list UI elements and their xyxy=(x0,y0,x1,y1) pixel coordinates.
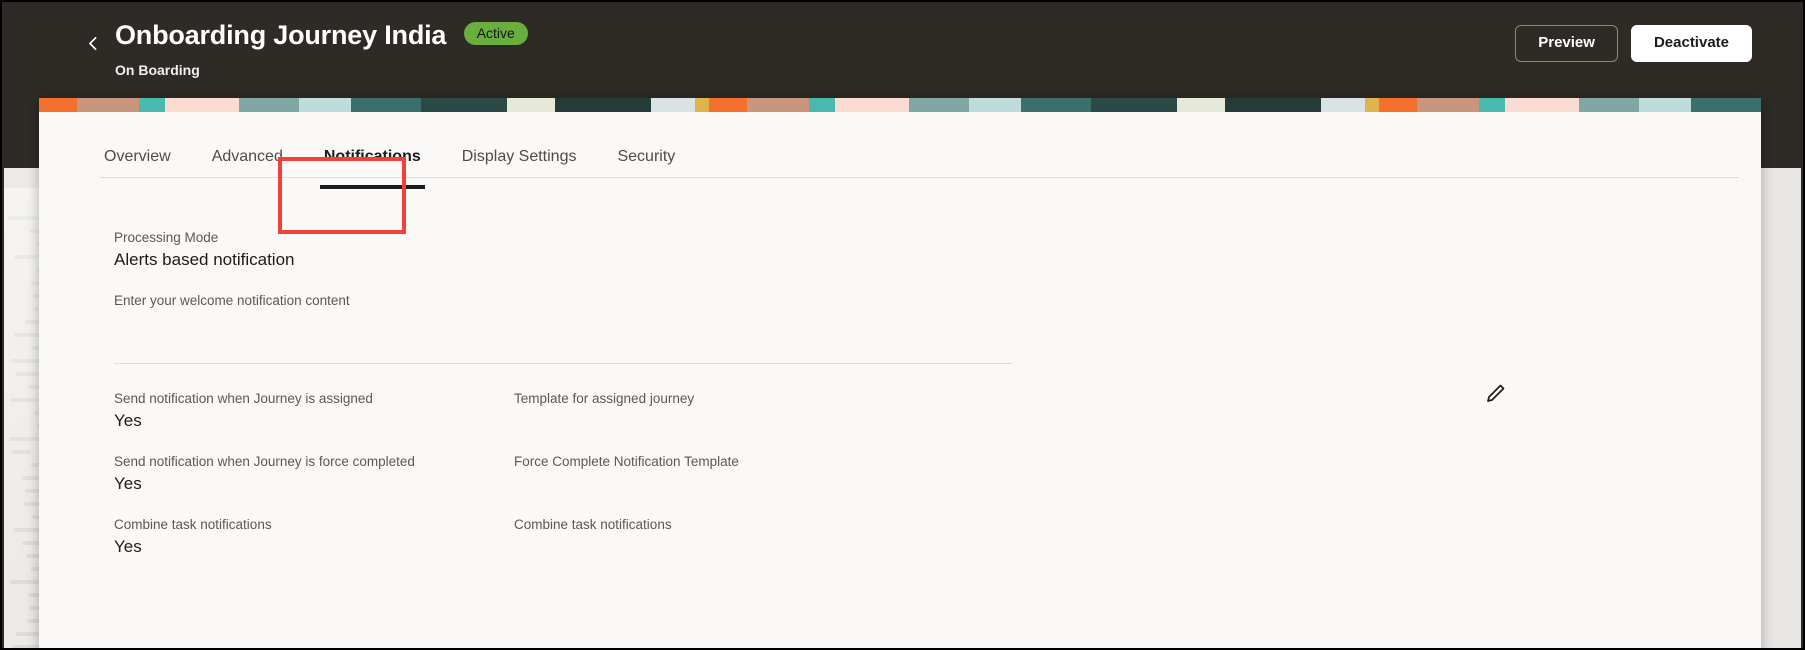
banner-segment xyxy=(835,98,909,112)
title-block: Onboarding Journey India Active xyxy=(115,19,528,51)
background-page-right xyxy=(1758,168,1801,648)
settings-row: Send notification when Journey is force … xyxy=(114,453,1714,496)
tab-bar-divider xyxy=(100,177,1739,178)
banner-segment xyxy=(139,98,165,112)
settings-field-value: Yes xyxy=(114,411,142,430)
settings-field-label: Template for assigned journey xyxy=(514,391,695,406)
banner-segment xyxy=(1579,98,1639,112)
settings-field: Send notification when Journey is assign… xyxy=(114,390,514,433)
banner-segment xyxy=(1365,98,1379,112)
settings-field-label: Combine task notifications xyxy=(514,517,672,532)
banner-segment xyxy=(77,98,139,112)
decorative-banner xyxy=(39,98,1761,112)
settings-row: Combine task notifications Yes Combine tas… xyxy=(114,516,1714,559)
banner-segment xyxy=(165,98,239,112)
settings-row: Send notification when Journey is assign… xyxy=(114,390,1714,433)
banner-segment xyxy=(1417,98,1479,112)
header-actions: Preview Deactivate xyxy=(1515,25,1752,62)
page-header: Onboarding Journey India Active On Board… xyxy=(2,2,1803,98)
banner-segment xyxy=(1505,98,1579,112)
banner-segment xyxy=(1479,98,1505,112)
banner-segment xyxy=(1225,98,1321,112)
tab-bar: Overview Advanced Notifications Display Set… xyxy=(39,145,1761,195)
banner-segment xyxy=(1177,98,1225,112)
section-divider xyxy=(114,363,1012,364)
app-root: Onboarding Journey India Active On Board… xyxy=(0,0,1805,650)
banner-segment xyxy=(1691,98,1761,112)
content-card: Overview Advanced Notifications Display Set… xyxy=(39,98,1761,648)
pencil-edit-icon[interactable] xyxy=(1484,381,1510,407)
banner-segment xyxy=(555,98,651,112)
banner-segment xyxy=(1021,98,1091,112)
settings-field-label: Combine task notifications xyxy=(114,517,272,532)
settings-field-label: Send notification when Journey is assign… xyxy=(114,391,373,406)
processing-mode-label: Processing Mode xyxy=(114,230,219,245)
background-text-line xyxy=(12,450,31,454)
settings-field: Combine task notifications Yes xyxy=(114,516,514,559)
welcome-content-hint: Enter your welcome notification content xyxy=(114,293,350,308)
deactivate-button[interactable]: Deactivate xyxy=(1630,25,1752,62)
settings-field: Send notification when Journey is force … xyxy=(114,453,514,496)
banner-segment xyxy=(299,98,351,112)
chevron-left-icon xyxy=(85,35,102,52)
banner-segment xyxy=(709,98,747,112)
notifications-panel: Processing Mode Alerts based notificatio… xyxy=(39,195,1761,559)
back-button[interactable] xyxy=(78,28,108,58)
tab-overview[interactable]: Overview xyxy=(100,145,175,166)
banner-segment xyxy=(1321,98,1365,112)
banner-segment xyxy=(1639,98,1691,112)
settings-field: Combine task notifications xyxy=(514,516,1214,559)
settings-field-label: Send notification when Journey is force … xyxy=(114,454,415,469)
status-badge: Active xyxy=(463,22,528,45)
settings-field-label: Force Complete Notification Template xyxy=(514,454,739,469)
banner-segment xyxy=(421,98,507,112)
banner-segment xyxy=(351,98,421,112)
banner-segment xyxy=(969,98,1021,112)
settings-field-value: Yes xyxy=(114,474,142,493)
banner-segment xyxy=(1091,98,1177,112)
tab-display-settings[interactable]: Display Settings xyxy=(458,145,581,166)
banner-segment xyxy=(239,98,299,112)
notification-settings-grid: Send notification when Journey is assign… xyxy=(114,384,1714,559)
banner-segment xyxy=(39,98,77,112)
background-text-line xyxy=(10,398,39,402)
banner-segment xyxy=(747,98,809,112)
banner-segment xyxy=(695,98,709,112)
processing-mode-value: Alerts based notification xyxy=(114,250,295,269)
page-title: Onboarding Journey India xyxy=(115,20,447,50)
banner-segment xyxy=(909,98,969,112)
tab-notifications[interactable]: Notifications xyxy=(319,145,425,189)
page-subtitle: On Boarding xyxy=(115,62,200,78)
tab-security[interactable]: Security xyxy=(613,145,679,166)
preview-button[interactable]: Preview xyxy=(1515,25,1618,62)
tab-advanced[interactable]: Advanced xyxy=(208,145,287,166)
settings-field: Force Complete Notification Template xyxy=(514,453,1214,496)
banner-segment xyxy=(809,98,835,112)
banner-segment xyxy=(651,98,695,112)
banner-segment xyxy=(507,98,555,112)
banner-segment xyxy=(1379,98,1417,112)
settings-field-value: Yes xyxy=(114,537,142,556)
settings-field: Template for assigned journey xyxy=(514,390,1214,433)
